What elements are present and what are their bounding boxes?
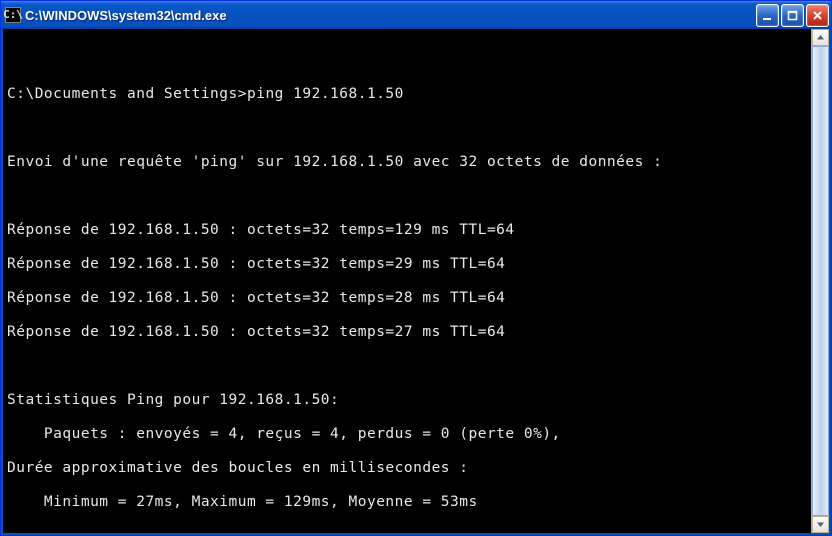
prompt-path: C:\Documents and Settings> — [7, 86, 247, 102]
console-output[interactable]: C:\Documents and Settings>ping 192.168.1… — [3, 29, 811, 533]
app-icon[interactable]: C:\ — [5, 7, 21, 23]
scroll-up-button[interactable] — [812, 29, 829, 46]
close-button[interactable] — [806, 4, 829, 27]
scroll-down-button[interactable] — [812, 516, 829, 533]
ping-reply: Réponse de 192.168.1.50 : octets=32 temp… — [7, 222, 807, 239]
ping-rtt-header: Durée approximative des boucles en milli… — [7, 460, 807, 477]
ping-stats-header: Statistiques Ping pour 192.168.1.50: — [7, 392, 807, 409]
cmd-window: C:\ C:\WINDOWS\system32\cmd.exe — [0, 0, 832, 536]
ping-reply: Réponse de 192.168.1.50 : octets=32 temp… — [7, 324, 807, 341]
window-title: C:\WINDOWS\system32\cmd.exe — [25, 8, 756, 23]
ping-reply: Réponse de 192.168.1.50 : octets=32 temp… — [7, 256, 807, 273]
maximize-icon — [787, 10, 798, 21]
title-bar[interactable]: C:\ C:\WINDOWS\system32\cmd.exe — [1, 1, 831, 29]
scroll-thumb[interactable] — [812, 46, 829, 516]
vertical-scrollbar[interactable] — [811, 29, 829, 533]
ping-stats-packets: Paquets : envoyés = 4, reçus = 4, perdus… — [7, 426, 807, 443]
window-controls — [756, 4, 829, 27]
blank-line — [7, 188, 807, 205]
command-text: ping 192.168.1.50 — [247, 86, 404, 102]
app-icon-text: C:\ — [3, 7, 23, 23]
blank-line — [7, 120, 807, 137]
ping-reply: Réponse de 192.168.1.50 : octets=32 temp… — [7, 290, 807, 307]
minimize-icon — [762, 10, 773, 21]
ping-rtt-values: Minimum = 27ms, Maximum = 129ms, Moyenne… — [7, 494, 807, 511]
prompt-line: C:\Documents and Settings>ping 192.168.1… — [7, 86, 807, 103]
scroll-track[interactable] — [812, 46, 829, 516]
chevron-up-icon — [816, 33, 825, 42]
ping-sending: Envoi d'une requête 'ping' sur 192.168.1… — [7, 154, 807, 171]
client-area: C:\Documents and Settings>ping 192.168.1… — [1, 29, 831, 535]
chevron-down-icon — [816, 520, 825, 529]
minimize-button[interactable] — [756, 4, 779, 27]
blank-line — [7, 52, 807, 69]
maximize-button[interactable] — [781, 4, 804, 27]
blank-line — [7, 358, 807, 375]
close-icon — [812, 10, 823, 21]
blank-line — [7, 528, 807, 533]
